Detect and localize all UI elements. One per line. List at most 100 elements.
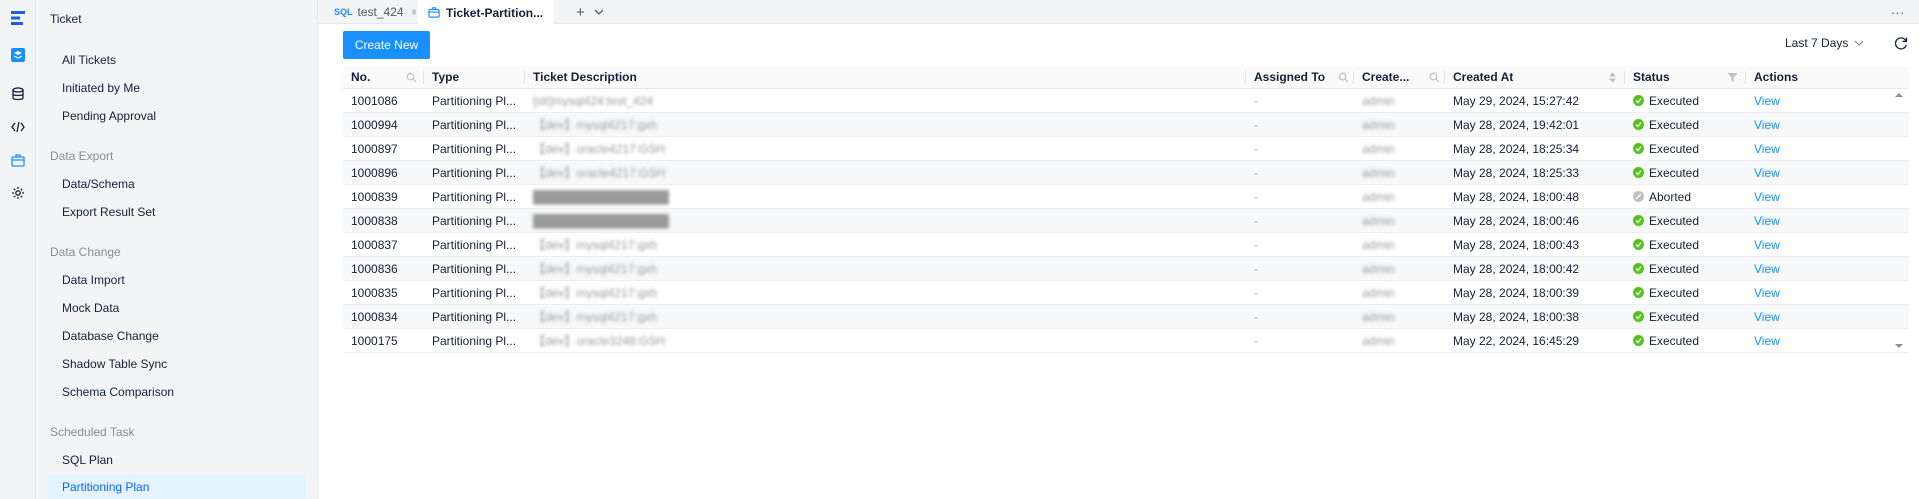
cell-type: Partitioning Pl... <box>432 334 517 348</box>
add-tab-icon[interactable]: + <box>576 0 585 24</box>
check-circle-icon <box>1633 95 1644 106</box>
cell-status: Executed <box>1625 233 1745 257</box>
tab-label: test_424 <box>357 5 404 19</box>
view-link[interactable]: View <box>1746 209 1826 233</box>
cell-created-at: May 28, 2024, 18:00:46 <box>1453 214 1580 228</box>
cell-assigned-to: - <box>1254 334 1258 348</box>
sql-badge: SQL <box>334 7 353 17</box>
column-header-assigned-to[interactable]: Assigned To <box>1246 66 1353 89</box>
cell-created-at: May 28, 2024, 18:00:39 <box>1453 286 1580 300</box>
table-row[interactable]: 1000839 Partitioning Pl... █████████████… <box>343 185 1909 209</box>
view-link[interactable]: View <box>1746 137 1826 161</box>
tab-ticket-partition[interactable]: Ticket-Partition... <box>418 0 554 25</box>
tab-sql-test-424[interactable]: SQL test_424 <box>326 0 416 24</box>
cell-description: 【dev】mysql4217:gxh <box>533 118 658 132</box>
ticket-icon[interactable] <box>8 45 28 65</box>
sidebar: Ticket All Tickets Initiated by Me Pendi… <box>36 0 318 499</box>
status-text: Executed <box>1649 286 1700 300</box>
status-text: Aborted <box>1649 190 1692 204</box>
database-icon[interactable] <box>8 84 28 104</box>
table-row[interactable]: 1000836 Partitioning Pl... 【dev】mysql421… <box>343 257 1909 281</box>
create-new-button[interactable]: Create New <box>343 31 430 59</box>
view-link[interactable]: View <box>1746 305 1826 329</box>
table-row[interactable]: 1000897 Partitioning Pl... 【dev】oracle42… <box>343 137 1909 161</box>
view-link[interactable]: View <box>1746 113 1826 137</box>
table-row[interactable]: 1001086 Partitioning Pl... [stt]mysql424… <box>343 89 1909 113</box>
cell-assigned-to: - <box>1254 262 1258 276</box>
search-icon[interactable] <box>1338 72 1349 83</box>
cell-creator: admin <box>1362 310 1395 324</box>
sidebar-item-export-result-set[interactable]: Export Result Set <box>48 199 305 225</box>
sidebar-item-schema-comparison[interactable]: Schema Comparison <box>48 379 305 405</box>
briefcase-icon <box>428 7 440 18</box>
time-range-select[interactable]: Last 7 Days <box>1785 36 1864 50</box>
activity-bar <box>0 0 36 499</box>
view-link[interactable]: View <box>1746 257 1826 281</box>
sidebar-item-all-tickets[interactable]: All Tickets <box>48 47 305 73</box>
view-link[interactable]: View <box>1746 185 1826 209</box>
cell-description: 【dev】mysql4217:gxh <box>533 310 658 324</box>
sidebar-item-data-schema[interactable]: Data/Schema <box>48 171 305 197</box>
sidebar-item-pending-approval[interactable]: Pending Approval <box>48 103 305 129</box>
search-icon[interactable] <box>406 72 417 83</box>
cell-type: Partitioning Pl... <box>432 310 517 324</box>
sidebar-item-mock-data[interactable]: Mock Data <box>48 295 305 321</box>
filter-icon[interactable] <box>1727 72 1738 83</box>
cell-assigned-to: - <box>1254 238 1258 252</box>
sidebar-item-partitioning-plan[interactable]: Partitioning Plan <box>48 474 305 499</box>
cell-description: ████████████████ <box>533 190 670 204</box>
chevron-down-icon <box>1854 40 1864 46</box>
sidebar-item-initiated-by-me[interactable]: Initiated by Me <box>48 75 305 101</box>
view-link[interactable]: View <box>1746 329 1826 353</box>
sidebar-item-data-import[interactable]: Data Import <box>48 267 305 293</box>
cell-creator: admin <box>1362 142 1395 156</box>
cell-no: 1000836 <box>351 262 398 276</box>
logo-icon[interactable] <box>8 8 28 28</box>
cell-creator: admin <box>1362 94 1395 108</box>
column-header-created-at[interactable]: Created At <box>1445 66 1615 89</box>
cell-status: Executed <box>1625 209 1745 233</box>
column-header-actions: Actions <box>1754 70 1799 84</box>
table-row[interactable]: 1000175 Partitioning Pl... 【dev】oracle32… <box>343 329 1909 353</box>
cell-status: Executed <box>1625 137 1745 161</box>
sidebar-item-sql-plan[interactable]: SQL Plan <box>48 447 305 473</box>
refresh-icon[interactable] <box>1893 35 1909 51</box>
column-header-creator[interactable]: Create... <box>1354 66 1434 89</box>
sidebar-item-shadow-table-sync[interactable]: Shadow Table Sync <box>48 351 305 377</box>
close-dot-icon[interactable] <box>411 9 416 15</box>
view-link[interactable]: View <box>1746 281 1826 305</box>
view-link[interactable]: View <box>1746 89 1826 113</box>
cell-description: [stt]mysql424:test_424 <box>533 94 654 108</box>
code-icon[interactable] <box>8 117 28 137</box>
view-link[interactable]: View <box>1746 233 1826 257</box>
column-header-description[interactable]: Ticket Description <box>525 66 1245 89</box>
sort-icon[interactable] <box>1607 72 1618 83</box>
cell-no: 1000896 <box>351 166 398 180</box>
table-row[interactable]: 1000994 Partitioning Pl... 【dev】mysql421… <box>343 113 1909 137</box>
sidebar-item-database-change[interactable]: Database Change <box>48 323 305 349</box>
more-options-icon[interactable]: ... <box>1891 2 1905 17</box>
settings-icon[interactable] <box>8 183 28 203</box>
table-row[interactable]: 1000835 Partitioning Pl... 【dev】mysql421… <box>343 281 1909 305</box>
check-circle-icon <box>1633 335 1644 346</box>
search-icon[interactable] <box>1429 72 1440 83</box>
cell-created-at: May 22, 2024, 16:45:29 <box>1453 334 1580 348</box>
cell-no: 1000835 <box>351 286 398 300</box>
check-circle-icon <box>1633 311 1644 322</box>
column-header-type[interactable]: Type <box>424 66 524 89</box>
cell-assigned-to: - <box>1254 214 1258 228</box>
cell-created-at: May 28, 2024, 18:00:38 <box>1453 310 1580 324</box>
cell-created-at: May 28, 2024, 19:42:01 <box>1453 118 1580 132</box>
table-row[interactable]: 1000834 Partitioning Pl... 【dev】mysql421… <box>343 305 1909 329</box>
cell-type: Partitioning Pl... <box>432 142 517 156</box>
table-scrollbar[interactable] <box>1893 89 1905 352</box>
view-link[interactable]: View <box>1746 161 1826 185</box>
table-row[interactable]: 1000838 Partitioning Pl... █████████████… <box>343 209 1909 233</box>
status-text: Executed <box>1649 166 1700 180</box>
chevron-down-icon[interactable] <box>594 0 604 24</box>
table-row[interactable]: 1000896 Partitioning Pl... 【dev】oracle42… <box>343 161 1909 185</box>
briefcase-icon[interactable] <box>8 150 28 170</box>
cell-type: Partitioning Pl... <box>432 214 517 228</box>
cell-description: 【dev】oracle4217:GSH <box>533 166 666 180</box>
table-row[interactable]: 1000837 Partitioning Pl... 【dev】mysql421… <box>343 233 1909 257</box>
